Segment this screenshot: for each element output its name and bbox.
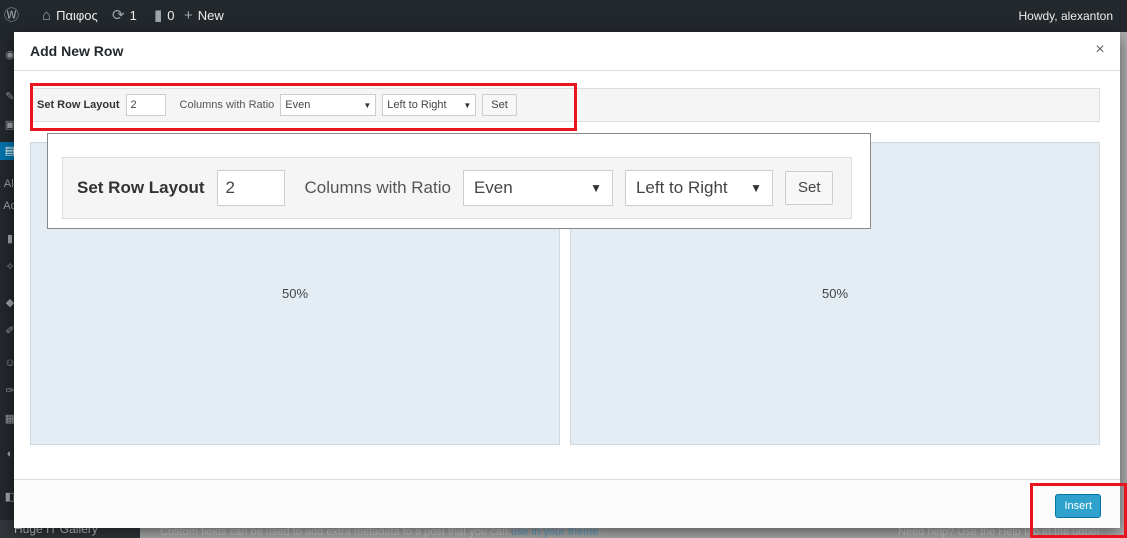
- refresh-icon: ⟳: [112, 7, 125, 24]
- column-width-label: 50%: [821, 286, 849, 301]
- plus-icon: +: [184, 7, 193, 24]
- comment-icon: ▮: [154, 7, 163, 24]
- howdy-text: Howdy, alexanton: [1018, 9, 1114, 23]
- howdy-user[interactable]: Howdy, alexanton: [1019, 0, 1114, 32]
- chevron-down-icon: ▼: [750, 181, 762, 195]
- column-width-label: 50%: [281, 286, 309, 301]
- site-name-link[interactable]: ⌂ Παιφος: [42, 0, 98, 32]
- set-button[interactable]: Set: [784, 171, 834, 205]
- layout-bar-zoom-callout: Set Row Layout 2 Columns with Ratio Even…: [47, 133, 871, 229]
- new-label: New: [197, 8, 224, 23]
- admin-bar: Ⓦ ⌂ Παιφος ⟳ 1 ▮ 0 + New Howdy, alexanto…: [0, 0, 1127, 32]
- chevron-down-icon: ▼: [590, 181, 602, 195]
- modal-footer: Insert: [14, 479, 1120, 528]
- comments-link[interactable]: ▮ 0: [154, 0, 175, 32]
- updates-link[interactable]: ⟳ 1: [112, 0, 137, 32]
- modal-header: Add New Row ×: [14, 32, 1120, 71]
- highlight-box-layout-bar: [30, 83, 577, 131]
- modal-title: Add New Row: [30, 43, 124, 59]
- highlight-box-insert: [1030, 483, 1127, 538]
- ratio-select[interactable]: Even ▼: [462, 170, 613, 206]
- updates-count: 1: [129, 8, 137, 23]
- site-name: Παιφος: [56, 8, 98, 23]
- close-icon[interactable]: ×: [1092, 42, 1108, 58]
- columns-ratio-label: Columns with Ratio: [304, 178, 451, 197]
- direction-select[interactable]: Left to Right ▼: [624, 170, 773, 206]
- home-icon: ⌂: [42, 7, 52, 24]
- comments-count: 0: [167, 8, 175, 23]
- wordpress-logo-icon[interactable]: Ⓦ: [4, 0, 19, 32]
- columns-count-input[interactable]: 2: [216, 170, 285, 206]
- row-layout-bar-zoomed: Set Row Layout 2 Columns with Ratio Even…: [62, 157, 852, 219]
- new-content-link[interactable]: + New: [184, 0, 224, 32]
- set-row-layout-label: Set Row Layout: [77, 178, 205, 197]
- ratio-select-value: Even: [473, 178, 513, 197]
- direction-select-value: Left to Right: [635, 178, 728, 197]
